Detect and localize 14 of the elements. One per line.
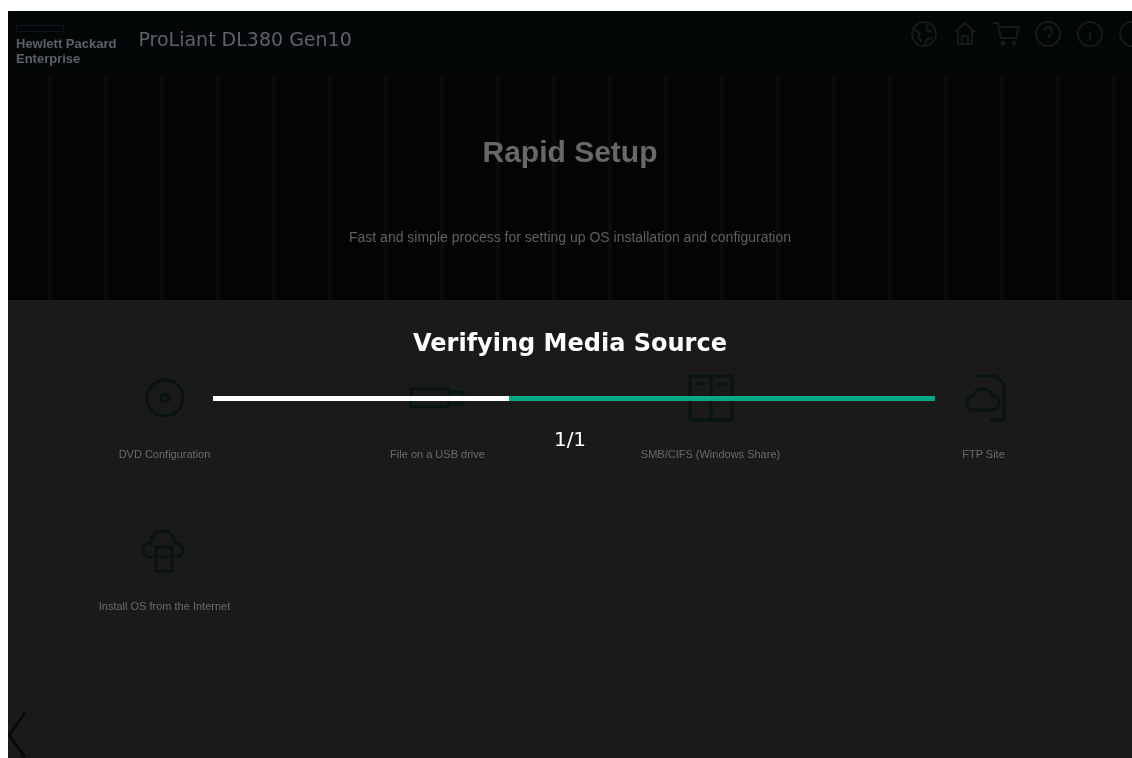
media-option[interactable]: DVD Configuration (118, 374, 211, 460)
media-option[interactable]: File on a USB drive (390, 374, 485, 460)
media-option[interactable]: Install OS from the Internet (98, 526, 231, 612)
product-title: ProLiant DL380 Gen10 (138, 28, 352, 50)
page-title: Rapid Setup (482, 135, 658, 169)
page-subtitle: Fast and simple process for setting up OS installation and configuration (349, 229, 791, 245)
grid-panel-icon (687, 374, 734, 422)
media-option[interactable]: SMB/CIFS (Windows Share) (640, 374, 781, 460)
back-chevron-icon[interactable] (8, 712, 26, 758)
brand-name: Enterprise (16, 50, 82, 66)
dialog-title: Verifying Media Source (413, 329, 727, 357)
media-option[interactable]: FTP Site (961, 374, 1006, 460)
progress-count: 1/1 (553, 427, 587, 451)
brand-name: Hewlett Packard (16, 35, 117, 51)
